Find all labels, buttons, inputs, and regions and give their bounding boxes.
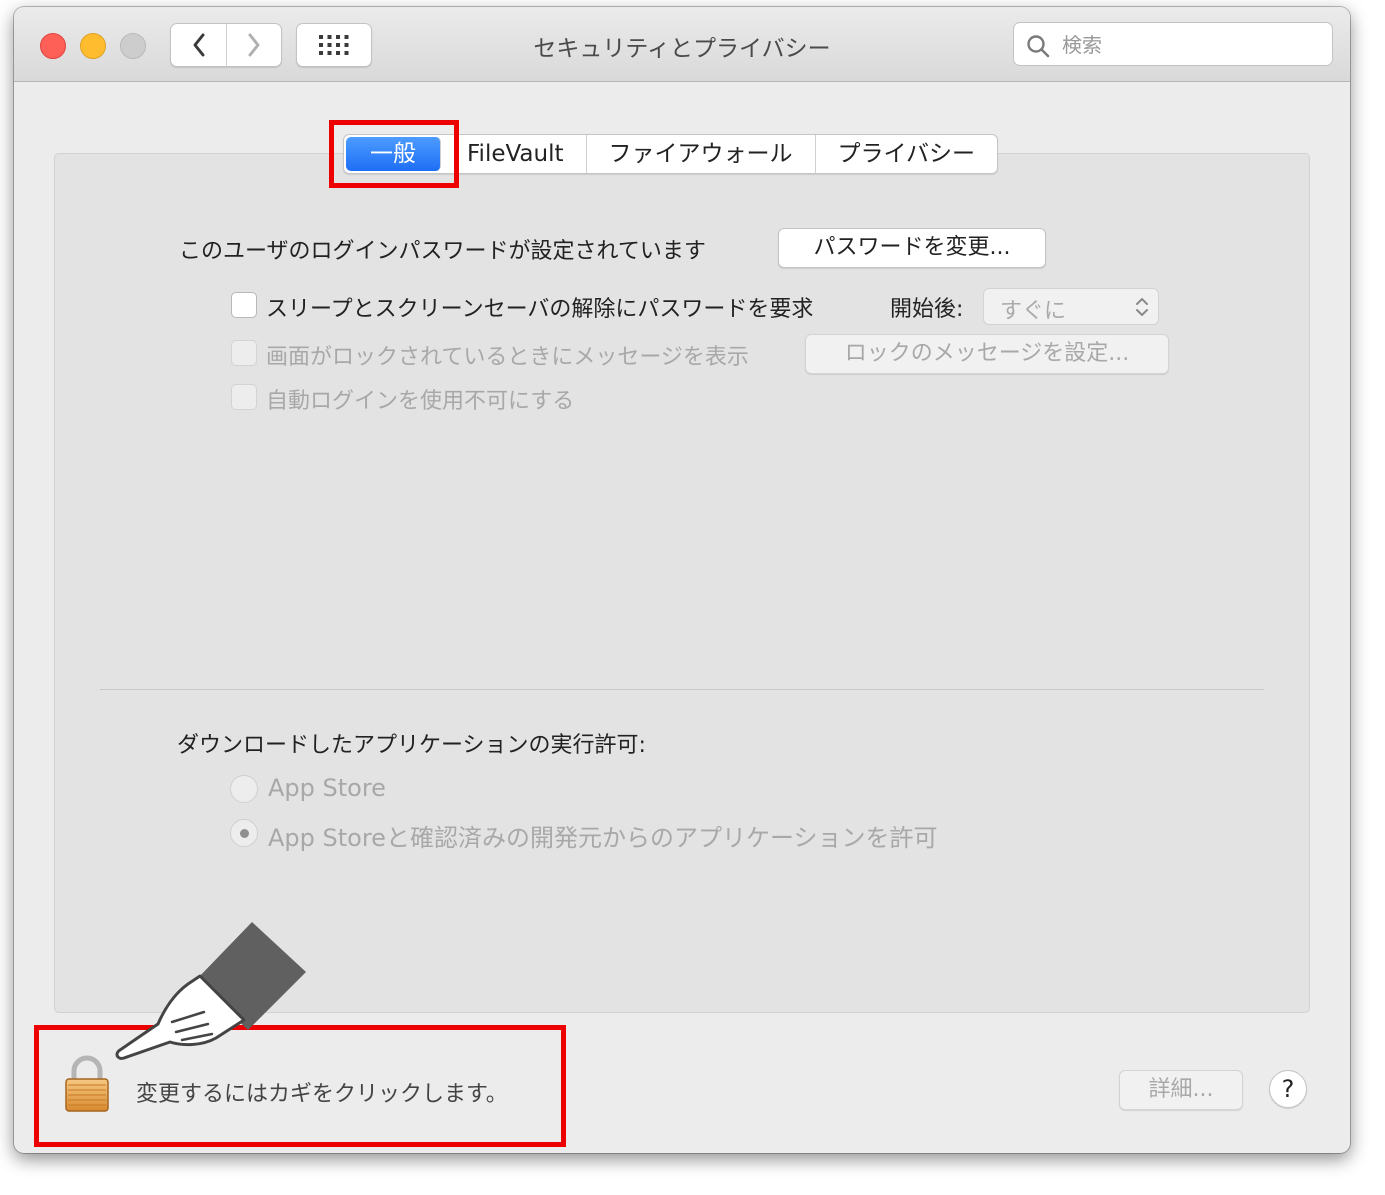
download-heading: ダウンロードしたアプリケーションの実行許可:: [177, 733, 646, 758]
disable-autologin-label: 自動ログインを使用不可にする: [266, 389, 575, 414]
back-chevron-icon: [193, 33, 204, 57]
change-password-button[interactable]: パスワードを変更...: [778, 228, 1046, 268]
titlebar: セキュリティとプライバシー: [14, 7, 1350, 82]
tab-firewall[interactable]: ファイアウォール: [587, 135, 816, 173]
disable-autologin-checkbox[interactable]: [231, 384, 257, 410]
radio-app-store-label: App Store: [268, 774, 386, 802]
close-button[interactable]: [40, 33, 66, 59]
radio-selected-dot: [240, 829, 249, 838]
back-button[interactable]: [171, 24, 227, 66]
nav-group: [170, 23, 282, 67]
radio-app-store-and-developers[interactable]: [230, 819, 258, 847]
require-password-delay-select[interactable]: すぐに: [983, 288, 1159, 325]
tab-privacy[interactable]: プライバシー: [816, 135, 998, 173]
require-password-checkbox[interactable]: [231, 292, 257, 318]
zoom-button[interactable]: [120, 33, 146, 59]
require-password-label: スリープとスクリーンセーバの解除にパスワードを要求: [266, 297, 814, 322]
window-title: セキュリティとプライバシー: [533, 36, 831, 62]
pointing-hand-icon: [115, 922, 306, 1060]
search-field[interactable]: [1013, 22, 1333, 66]
help-button[interactable]: ?: [1269, 1070, 1307, 1108]
content-panel: [54, 153, 1310, 1013]
password-status-text: このユーザのログインパスワードが設定されています: [179, 239, 706, 264]
grid-icon: [319, 35, 349, 55]
select-value: すぐに: [1000, 299, 1067, 324]
forward-chevron-icon: [248, 33, 259, 57]
radio-app-store-and-developers-label: App Storeと確認済みの開発元からのアプリケーションを許可: [268, 824, 938, 852]
search-icon: [1027, 35, 1050, 58]
after-label: 開始後:: [890, 297, 964, 322]
minimize-button[interactable]: [80, 33, 106, 59]
search-input[interactable]: [1060, 29, 1324, 61]
set-lock-message-button[interactable]: ロックのメッセージを設定...: [805, 334, 1169, 374]
forward-button[interactable]: [226, 24, 281, 66]
updown-chevron-icon: [1136, 298, 1148, 316]
lock-message-label: 画面がロックされているときにメッセージを表示: [266, 345, 749, 370]
advanced-button[interactable]: 詳細...: [1119, 1070, 1243, 1110]
radio-app-store[interactable]: [230, 775, 258, 803]
highlight-box-general-tab: [329, 120, 459, 188]
lock-message-checkbox[interactable]: [231, 340, 257, 366]
section-separator: [100, 689, 1264, 690]
show-all-button[interactable]: [296, 23, 372, 67]
tab-filevault[interactable]: FileVault: [445, 135, 587, 173]
